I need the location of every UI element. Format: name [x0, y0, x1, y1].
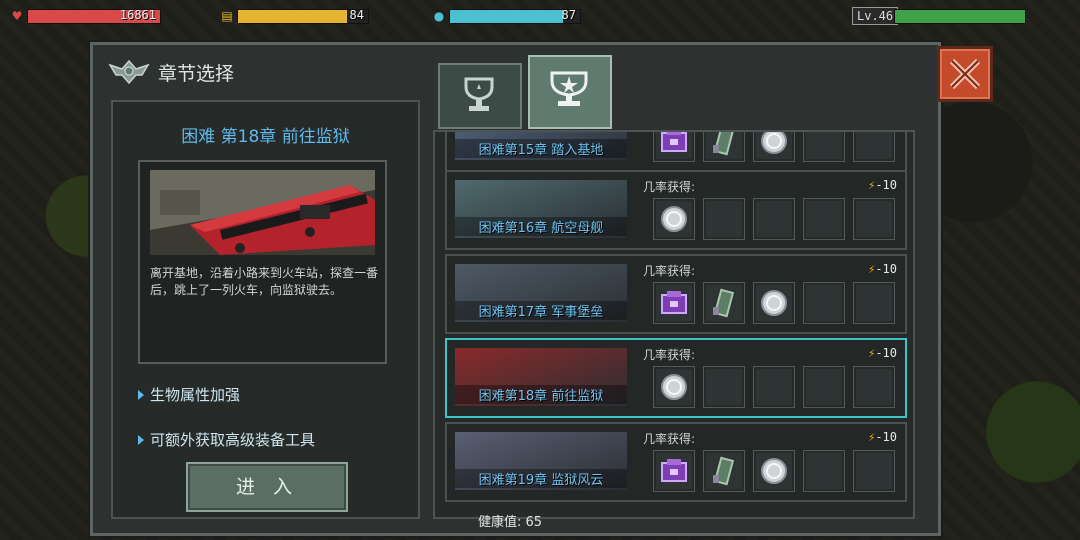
panel-header: 章节选择 — [108, 57, 234, 87]
chapter-row[interactable]: 困难第18章 前往监狱 几率获得: ⚡-10 — [445, 338, 907, 418]
energy-cost-value: -10 — [875, 346, 897, 360]
chapter-preview-frame: 离开基地，沿着小路来到火车站，探查一番后，跳上了一列火车，向监狱驶去。 — [138, 160, 387, 364]
silver-coin-icon — [761, 132, 787, 154]
reward-slot — [653, 132, 695, 162]
chapter-thumbnail: 困难第18章 前往监狱 — [455, 348, 627, 406]
trophy-star-icon — [550, 71, 588, 106]
chapter-row[interactable]: 困难第15章 踏入基地 — [445, 132, 907, 172]
chapter-name: 困难第15章 踏入基地 — [455, 139, 627, 158]
chapter-list[interactable]: 困难第15章 踏入基地 困难第16章 航空母舰 几率获得: ⚡-10 困难第17章 军事… — [433, 130, 915, 519]
reward-slot — [653, 366, 695, 408]
water-value: 87 — [561, 7, 576, 22]
winged-badge-icon — [108, 59, 150, 85]
reward-slot — [653, 450, 695, 492]
purple-crate-icon — [661, 291, 687, 314]
energy-cost: ⚡-10 — [868, 430, 897, 444]
purple-crate-icon — [661, 459, 687, 482]
green-tool-icon — [713, 456, 735, 486]
tab-hard[interactable] — [528, 55, 612, 129]
chapter-select-panel: 章节选择 困难 第18章 前往监狱 离开基地，沿着小路来到火车站，探查一番后，跳… — [90, 42, 941, 536]
arrow-right-icon — [138, 434, 144, 445]
chapter-name: 困难第18章 前往监狱 — [455, 385, 627, 404]
energy-cost-value: -10 — [875, 262, 897, 276]
panel-title: 章节选择 — [158, 62, 235, 85]
chapter-name: 困难第17章 军事堡垒 — [455, 301, 627, 320]
purple-crate-icon — [661, 132, 687, 152]
reward-slot — [703, 366, 745, 408]
close-button[interactable] — [937, 46, 993, 102]
arrow-right-icon — [138, 389, 144, 400]
reward-slot — [653, 282, 695, 324]
perk-item: 生物属性加强 — [138, 384, 240, 405]
chapter-name: 困难第16章 航空母舰 — [455, 217, 627, 236]
perk-label: 生物属性加强 — [150, 386, 241, 404]
reward-slot — [803, 132, 845, 162]
reward-slot — [803, 198, 845, 240]
silver-coin-icon — [761, 290, 787, 316]
reward-slot — [653, 198, 695, 240]
chapter-thumbnail: 困难第17章 军事堡垒 — [455, 264, 627, 322]
water-bar: ● 87 — [432, 6, 581, 26]
reward-slot — [853, 282, 895, 324]
water-drop-icon: ● — [433, 9, 445, 23]
enter-button[interactable]: 进 入 — [186, 462, 348, 512]
exp-bar — [894, 6, 1026, 26]
energy-cost-value: -10 — [875, 430, 897, 444]
reward-slot — [703, 282, 745, 324]
green-tool-icon — [713, 132, 735, 156]
green-tool-icon — [713, 288, 735, 318]
reward-slot — [853, 132, 895, 162]
energy-cost: ⚡-10 — [868, 262, 897, 276]
selected-chapter-title: 困难 第18章 前往监狱 — [181, 127, 350, 147]
chapter-thumbnail: 困难第15章 踏入基地 — [455, 132, 627, 160]
chapter-row[interactable]: 困难第17章 军事堡垒 几率获得: ⚡-10 — [445, 254, 907, 334]
chapter-thumbnail: 困难第19章 监狱风云 — [455, 432, 627, 490]
drop-chance-label: 几率获得: — [643, 180, 696, 194]
food-value: 84 — [349, 7, 364, 22]
reward-slot — [703, 132, 745, 162]
energy-cost-value: -10 — [875, 178, 897, 192]
heart-icon: ♥ — [11, 9, 23, 23]
reward-slot — [853, 450, 895, 492]
perk-item: 可额外获取高级装备工具 — [138, 429, 315, 450]
food-icon: ▤ — [221, 9, 233, 23]
reward-slot — [753, 282, 795, 324]
train-preview-image — [150, 170, 375, 255]
reward-slot — [803, 282, 845, 324]
reward-slot — [703, 450, 745, 492]
reward-slot — [753, 198, 795, 240]
drop-chance-label: 几率获得: — [643, 432, 696, 446]
silver-coin-icon — [661, 374, 687, 400]
drop-chance-label: 几率获得: — [643, 264, 696, 278]
energy-cost: ⚡-10 — [868, 178, 897, 192]
reward-slot — [703, 198, 745, 240]
chapter-row[interactable]: 困难第19章 监狱风云 几率获得: ⚡-10 — [445, 422, 907, 502]
tab-normal[interactable] — [438, 63, 522, 129]
chapter-name: 困难第19章 监狱风云 — [455, 469, 627, 488]
hp-bar: ♥ 16861 — [10, 6, 161, 26]
drop-chance-label: 几率获得: — [643, 348, 696, 362]
health-value: 健康值: 65 — [478, 515, 543, 530]
level-badge: Lv.46 — [852, 7, 899, 25]
chapter-detail: 困难 第18章 前往监狱 离开基地，沿着小路来到火车站，探查一番后，跳上了一列火… — [111, 100, 420, 519]
energy-cost: ⚡-10 — [868, 346, 897, 360]
reward-slot — [753, 132, 795, 162]
perk-label: 可额外获取高级装备工具 — [150, 431, 316, 449]
reward-slot — [753, 366, 795, 408]
chapter-row[interactable]: 困难第16章 航空母舰 几率获得: ⚡-10 — [445, 170, 907, 250]
close-icon — [949, 58, 981, 90]
food-bar: ▤ 84 — [220, 6, 369, 26]
silver-coin-icon — [661, 206, 687, 232]
reward-slot — [803, 366, 845, 408]
reward-slot — [853, 366, 895, 408]
trophy-icon — [464, 77, 494, 111]
chapter-description: 离开基地，沿着小路来到火车站，探查一番后，跳上了一列火车，向监狱驶去。 — [150, 266, 379, 297]
chapter-thumbnail: 困难第16章 航空母舰 — [455, 180, 627, 238]
reward-slot — [853, 198, 895, 240]
reward-slot — [803, 450, 845, 492]
silver-coin-icon — [761, 458, 787, 484]
hp-value: 16861 — [119, 7, 156, 22]
reward-slot — [753, 450, 795, 492]
